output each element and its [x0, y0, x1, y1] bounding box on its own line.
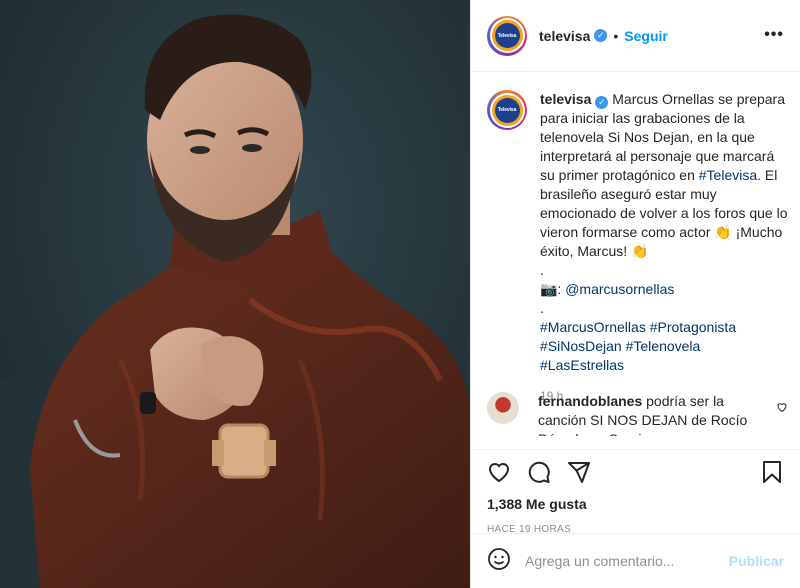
post-photo[interactable] [0, 0, 470, 588]
hashtag-list: #MarcusOrnellas #Protagonista #SiNosDeja… [540, 318, 788, 375]
hashtag-link[interactable]: #SiNosDejan [540, 338, 622, 354]
portrait-illustration [0, 0, 470, 588]
logo-center: Televisa [494, 23, 520, 48]
comment-heart-icon[interactable] [776, 400, 788, 418]
more-options-icon[interactable]: ••• [764, 26, 784, 44]
televisa-logo: Televisa [491, 20, 523, 51]
comment-username[interactable]: fernandoblanes [538, 393, 642, 409]
avatar-ring: Televisa [489, 92, 525, 128]
likes-count[interactable]: 1,388 Me gusta [487, 496, 784, 512]
heart-icon[interactable] [487, 460, 511, 484]
hashtag-televisa[interactable]: #Televisa [699, 167, 757, 183]
logo-word: Televisa [497, 107, 517, 113]
commenter-avatar[interactable] [487, 392, 519, 424]
camera-emoji: 📷: [540, 281, 566, 297]
instagram-post-modal: Televisa televisa ✓ • Seguir ••• Televis… [0, 0, 800, 588]
caption-username[interactable]: televisa [540, 91, 591, 107]
action-bar: 1,388 Me gusta HACE 19 HORAS [471, 449, 800, 535]
verified-badge-icon: ✓ [594, 29, 608, 42]
separator-dot: • [613, 27, 619, 44]
caption-dot: . [540, 262, 544, 278]
bookmark-icon[interactable] [760, 460, 784, 484]
action-icons [487, 454, 784, 490]
comment-text: fernandoblanes podría ser la canción SI … [538, 382, 773, 436]
comment-icon[interactable] [527, 460, 551, 484]
profile-avatar[interactable]: Televisa [487, 15, 527, 56]
logo-word: Televisa [497, 32, 517, 39]
comment-item: fernandoblanes podría ser la canción SI … [471, 382, 800, 436]
hashtag-link[interactable]: #Protagonista [650, 319, 736, 335]
emoji-icon[interactable] [487, 547, 511, 576]
comment-input[interactable] [525, 553, 729, 569]
caption-avatar[interactable]: Televisa [487, 90, 527, 130]
post-content: Televisa televisa ✓ Marcus Ornellas se pr… [471, 72, 800, 588]
hashtag-link[interactable]: #LasEstrellas [540, 357, 624, 373]
televisa-logo: Televisa [491, 94, 523, 126]
publish-button[interactable]: Publicar [729, 553, 784, 569]
share-icon[interactable] [567, 460, 591, 484]
verified-badge-icon: ✓ [595, 96, 609, 109]
hashtag-link[interactable]: #Telenovela [626, 338, 701, 354]
logo-center: Televisa [494, 97, 520, 123]
caption-dot: . [540, 300, 544, 316]
follow-button[interactable]: Seguir [624, 28, 668, 44]
caption-text: televisa ✓ Marcus Ornellas se prepara par… [540, 90, 788, 406]
caption: Televisa televisa ✓ Marcus Ornellas se pr… [471, 72, 800, 406]
add-comment-bar: Publicar [471, 533, 800, 588]
avatar-ring: Televisa [489, 18, 525, 53]
photo-credit: 📷: @marcusornellas [540, 280, 788, 299]
mention-link[interactable]: @marcusornellas [565, 281, 674, 297]
post-header: Televisa televisa ✓ • Seguir ••• [471, 0, 800, 72]
hashtag-link[interactable]: #MarcusOrnellas [540, 319, 646, 335]
header-username[interactable]: televisa [539, 28, 590, 44]
post-side-panel: Televisa televisa ✓ • Seguir ••• Televis… [470, 0, 800, 588]
